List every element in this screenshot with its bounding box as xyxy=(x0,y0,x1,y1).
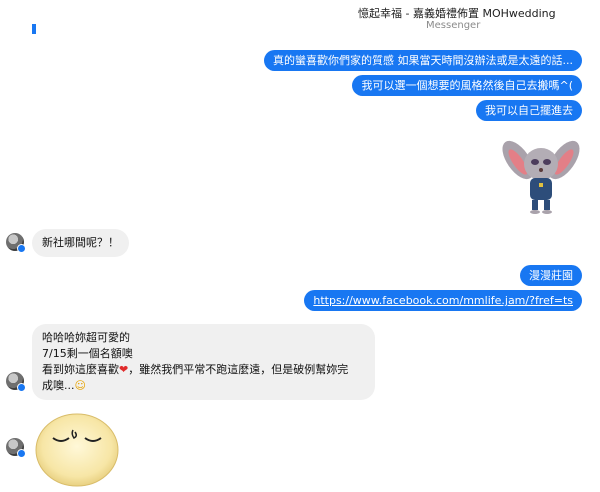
message-line: 哈哈哈妳超可愛的 xyxy=(42,331,130,344)
scroll-edge-marker xyxy=(32,24,36,34)
smile-emoji-icon: ☺ xyxy=(74,379,86,392)
chat-header: 憶起幸福 - 嘉義婚禮佈置 MOHwedding Messenger xyxy=(0,0,600,36)
heart-icon: ❤ xyxy=(119,363,129,376)
outgoing-message[interactable]: 我可以選一個想要的風格然後自己去搬嗎^( xyxy=(352,75,582,96)
message-line: 成噢...☺ xyxy=(42,379,86,392)
chat-title: 憶起幸福 - 嘉義婚禮佈置 MOHwedding xyxy=(358,7,556,20)
smug-face-sticker[interactable] xyxy=(33,408,121,488)
contact-avatar[interactable] xyxy=(6,233,26,253)
outgoing-message[interactable]: 我可以自己擺進去 xyxy=(476,100,582,121)
messenger-badge-icon xyxy=(17,383,26,392)
contact-avatar[interactable] xyxy=(6,438,26,458)
contact-avatar[interactable] xyxy=(6,372,26,392)
incoming-message[interactable]: 哈哈哈妳超可愛的 7/15剩一個名額噢 看到妳這麼喜歡❤，雖然我們平常不跑這麼遠… xyxy=(32,324,375,400)
outgoing-message[interactable]: 漫漫莊園 xyxy=(520,265,582,286)
incoming-message[interactable]: 新社哪間呢？！ xyxy=(32,229,129,257)
bunny-officer-sticker[interactable] xyxy=(496,128,586,218)
chat-subtitle: Messenger xyxy=(426,20,481,31)
messenger-badge-icon xyxy=(17,244,26,253)
messenger-badge-icon xyxy=(17,449,26,458)
message-line: 看到妳這麼喜歡❤，雖然我們平常不跑這麼遠，但是破例幫妳完 xyxy=(42,363,349,376)
message-line: 7/15剩一個名額噢 xyxy=(42,347,133,360)
outgoing-link-message[interactable]: https://www.facebook.com/mmlife.jam/?fre… xyxy=(304,290,582,311)
outgoing-message[interactable]: 真的蠻喜歡你們家的質感 如果當天時間沒辦法或是太遠的話... xyxy=(264,50,582,71)
